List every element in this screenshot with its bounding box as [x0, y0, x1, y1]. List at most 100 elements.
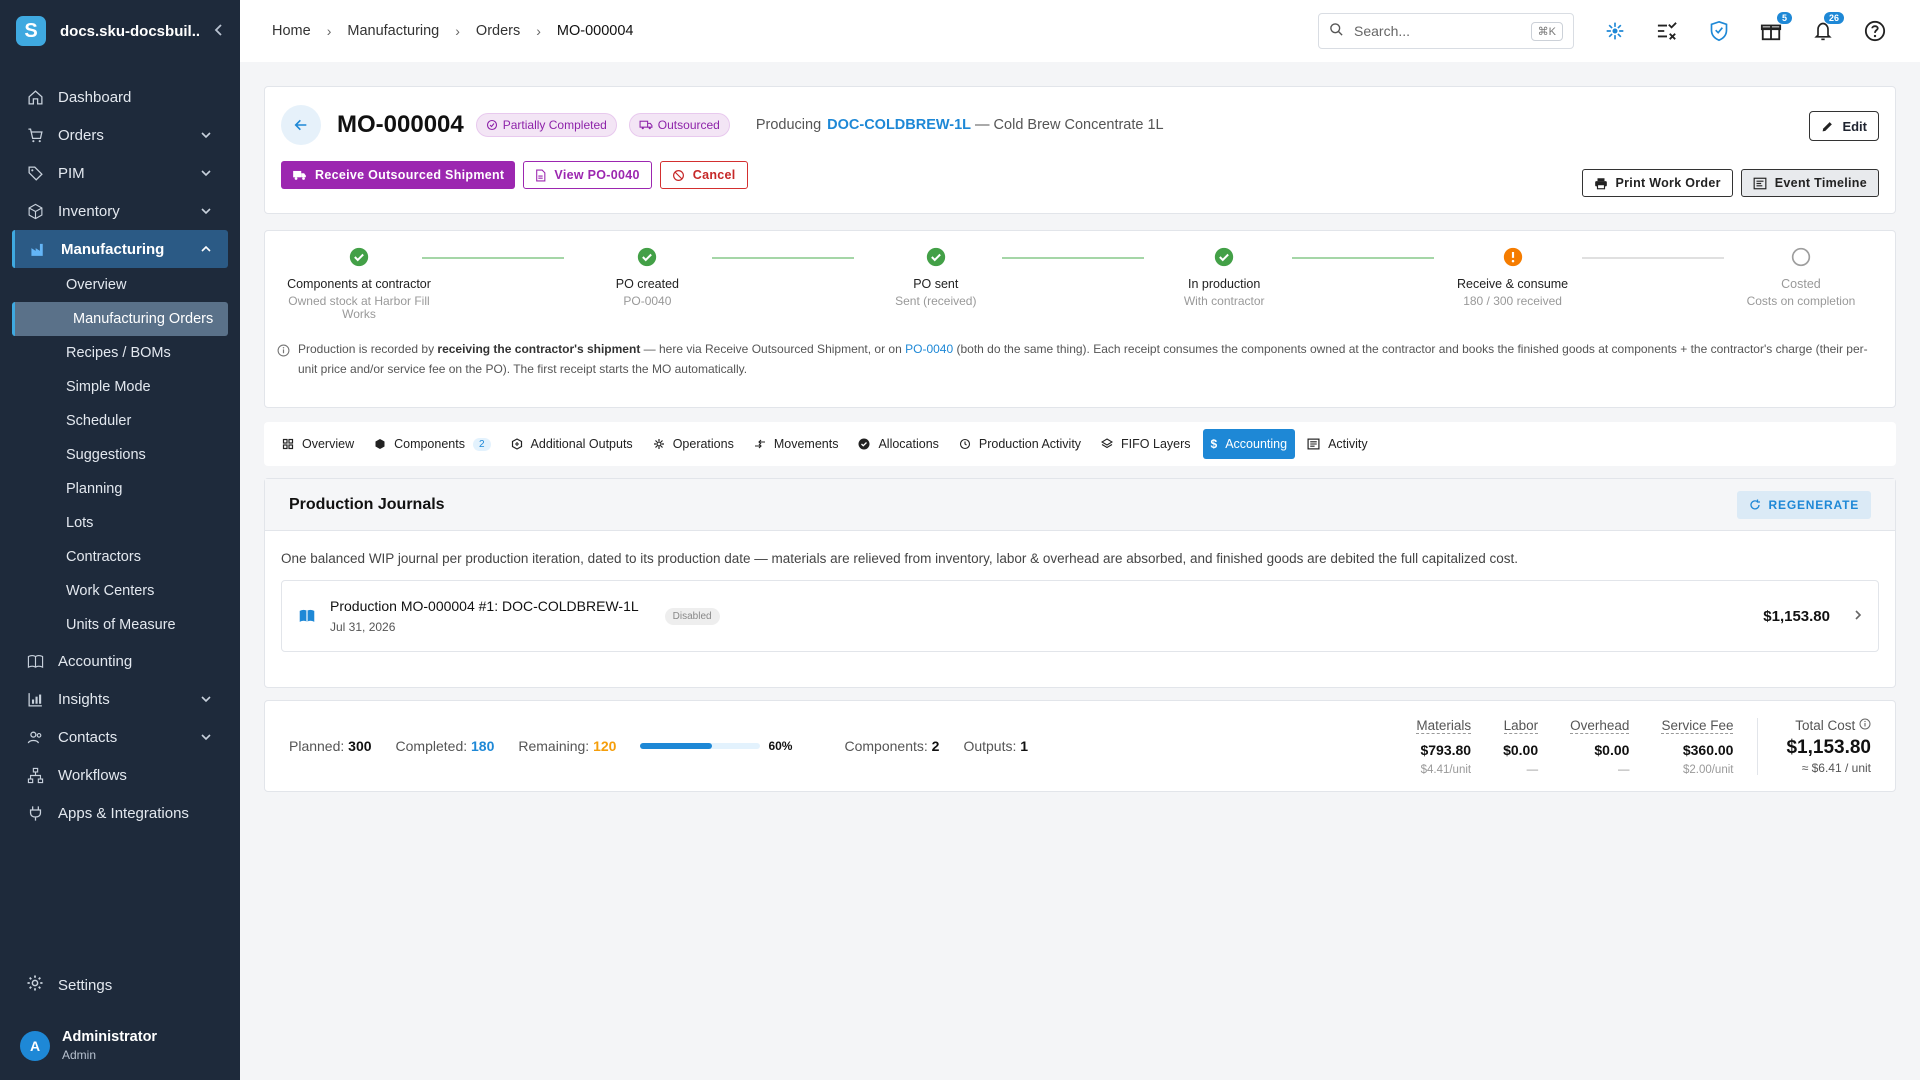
- po-link[interactable]: PO-0040: [905, 342, 953, 356]
- regenerate-button[interactable]: REGENERATE: [1736, 490, 1871, 519]
- cube-icon: [375, 439, 385, 449]
- check-circle-icon: [858, 438, 870, 450]
- sidebar-item-workflows[interactable]: Workflows: [0, 756, 240, 794]
- checklist-icon[interactable]: [1654, 18, 1680, 44]
- completion-percent: 60%: [768, 739, 793, 753]
- topbar-actions: 5 26: [1602, 12, 1888, 44]
- journals-header: Production Journals REGENERATE: [265, 479, 1895, 531]
- sidebar-item-settings[interactable]: Settings: [0, 965, 240, 1005]
- sidebar-item-pim[interactable]: PIM: [0, 154, 240, 192]
- user-profile[interactable]: A Administrator Admin: [0, 1019, 240, 1080]
- sidebar-item-accounting[interactable]: Accounting: [0, 642, 240, 680]
- journal-entry-name: Production MO-000004 #1: DOC-COLDBREW-1L: [330, 598, 639, 614]
- sidebar-subitem-contractors[interactable]: Contractors: [0, 540, 240, 574]
- sidebar-item-contacts[interactable]: Contacts: [0, 718, 240, 756]
- pencil-icon: [1823, 121, 1833, 131]
- cost-breakdown: Materials $793.80 $4.41/unit Labor $0.00…: [1384, 717, 1871, 776]
- edit-button[interactable]: Edit: [1809, 111, 1879, 141]
- sidebar-subitem-planning[interactable]: Planning: [0, 472, 240, 506]
- sidebar-subitem-recipes[interactable]: Recipes / BOMs: [0, 336, 240, 370]
- collapse-sidebar-icon[interactable]: [214, 23, 224, 39]
- home-icon: [26, 88, 44, 106]
- cancel-button[interactable]: Cancel: [659, 161, 748, 189]
- production-journals-card: Production Journals REGENERATE One balan…: [264, 478, 1896, 688]
- step-receive-consume: Receive & consume 180 / 300 received: [1433, 247, 1593, 321]
- check-circle-icon: [925, 247, 946, 267]
- sidebar-subitem-overview[interactable]: Overview: [0, 268, 240, 302]
- sidebar-item-insights[interactable]: Insights: [0, 680, 240, 718]
- tab-overview[interactable]: Overview: [274, 429, 362, 459]
- cost-service-fee: Service Fee $360.00 $2.00/unit: [1661, 717, 1734, 776]
- tab-production-activity[interactable]: Production Activity: [951, 429, 1089, 459]
- sidebar-item-orders[interactable]: Orders: [0, 116, 240, 154]
- step-connector: [1582, 257, 1724, 259]
- sidebar-item-inventory[interactable]: Inventory: [0, 192, 240, 230]
- block-icon: [672, 169, 684, 181]
- search-input[interactable]: Search... ⌘K: [1318, 13, 1574, 49]
- sidebar-item-label: Inventory: [58, 202, 120, 220]
- cost-overhead: Overhead $0.00 —: [1570, 717, 1630, 776]
- sidebar-item-apps[interactable]: Apps & Integrations: [0, 794, 240, 832]
- gift-icon[interactable]: 5: [1758, 12, 1792, 44]
- receive-shipment-button[interactable]: Receive Outsourced Shipment: [281, 161, 516, 189]
- bell-icon[interactable]: 26: [1810, 12, 1844, 44]
- book-icon: [299, 609, 315, 622]
- sidebar-subitem-suggestions[interactable]: Suggestions: [0, 438, 240, 472]
- breadcrumb-orders[interactable]: Orders: [476, 23, 520, 39]
- workspace-name[interactable]: docs.sku-docsbuil...: [60, 23, 200, 40]
- tab-activity[interactable]: Activity: [1299, 429, 1376, 459]
- breadcrumb: Home › Manufacturing › Orders › MO-00000…: [272, 23, 1318, 39]
- main-content: MO-000004 Partially Completed Outsourced…: [264, 86, 1896, 792]
- tab-movements[interactable]: Movements: [746, 429, 847, 459]
- sidebar-nav: Dashboard Orders PIM Inventory Manufactu…: [0, 62, 240, 832]
- sidebar-item-dashboard[interactable]: Dashboard: [0, 78, 240, 116]
- shield-icon[interactable]: [1706, 18, 1732, 44]
- sidebar-subitem-lots[interactable]: Lots: [0, 506, 240, 540]
- app-logo-icon[interactable]: S: [16, 16, 46, 46]
- sidebar-item-label: Insights: [58, 690, 110, 708]
- help-icon[interactable]: [1862, 18, 1888, 44]
- back-button[interactable]: [281, 105, 321, 145]
- history-icon: [959, 438, 970, 450]
- brand: S docs.sku-docsbuil...: [0, 0, 240, 62]
- print-work-order-button[interactable]: Print Work Order: [1581, 169, 1733, 197]
- truck-icon: [639, 120, 653, 130]
- breadcrumb-home[interactable]: Home: [272, 23, 311, 39]
- tab-fifo-layers[interactable]: FIFO Layers: [1093, 429, 1198, 459]
- sidebar-subitem-manufacturing-orders[interactable]: Manufacturing Orders: [12, 302, 228, 336]
- sidebar-subitem-simple-mode[interactable]: Simple Mode: [0, 370, 240, 404]
- completion-progress-bar: [640, 743, 761, 749]
- gear-icon: [653, 439, 664, 449]
- sidebar-item-label: Orders: [58, 126, 104, 144]
- settings-label: Settings: [58, 976, 113, 994]
- step-connector: [422, 257, 564, 259]
- sidebar-item-label: Workflows: [58, 766, 127, 784]
- printer-icon: [1594, 177, 1607, 189]
- sidebar-item-label: Manufacturing: [61, 240, 165, 258]
- grid-icon: [282, 438, 294, 450]
- tab-additional-outputs[interactable]: Additional Outputs: [503, 429, 641, 459]
- product-sku-link[interactable]: DOC-COLDBREW-1L: [827, 117, 971, 133]
- journal-entry-row[interactable]: Production MO-000004 #1: DOC-COLDBREW-1L…: [281, 580, 1879, 652]
- sidebar-subitem-work-centers[interactable]: Work Centers: [0, 574, 240, 608]
- chevron-down-icon: [200, 204, 214, 218]
- info-icon[interactable]: [1859, 718, 1871, 733]
- view-po-button[interactable]: View PO-0040: [523, 161, 652, 189]
- tab-allocations[interactable]: Allocations: [850, 429, 946, 459]
- tab-operations[interactable]: Operations: [645, 429, 742, 459]
- outputs-stat: Outputs: 1: [963, 738, 1029, 754]
- step-costed: Costed Costs on completion: [1721, 247, 1881, 321]
- breadcrumb-manufacturing[interactable]: Manufacturing: [347, 23, 439, 39]
- tab-accounting[interactable]: $ Accounting: [1202, 429, 1296, 459]
- ai-sparkle-icon[interactable]: [1602, 18, 1628, 44]
- sidebar-subitem-units-of-measure[interactable]: Units of Measure: [0, 608, 240, 642]
- event-timeline-button[interactable]: Event Timeline: [1740, 169, 1879, 197]
- tab-components[interactable]: Components 2: [366, 429, 498, 459]
- sidebar-item-manufacturing[interactable]: Manufacturing: [12, 230, 228, 268]
- chevron-right-icon: ›: [536, 23, 541, 39]
- workflow-icon: [26, 766, 44, 784]
- box-icon: [26, 202, 44, 220]
- dollar-icon: $: [1210, 437, 1218, 451]
- refresh-icon: [1749, 499, 1760, 509]
- sidebar-subitem-scheduler[interactable]: Scheduler: [0, 404, 240, 438]
